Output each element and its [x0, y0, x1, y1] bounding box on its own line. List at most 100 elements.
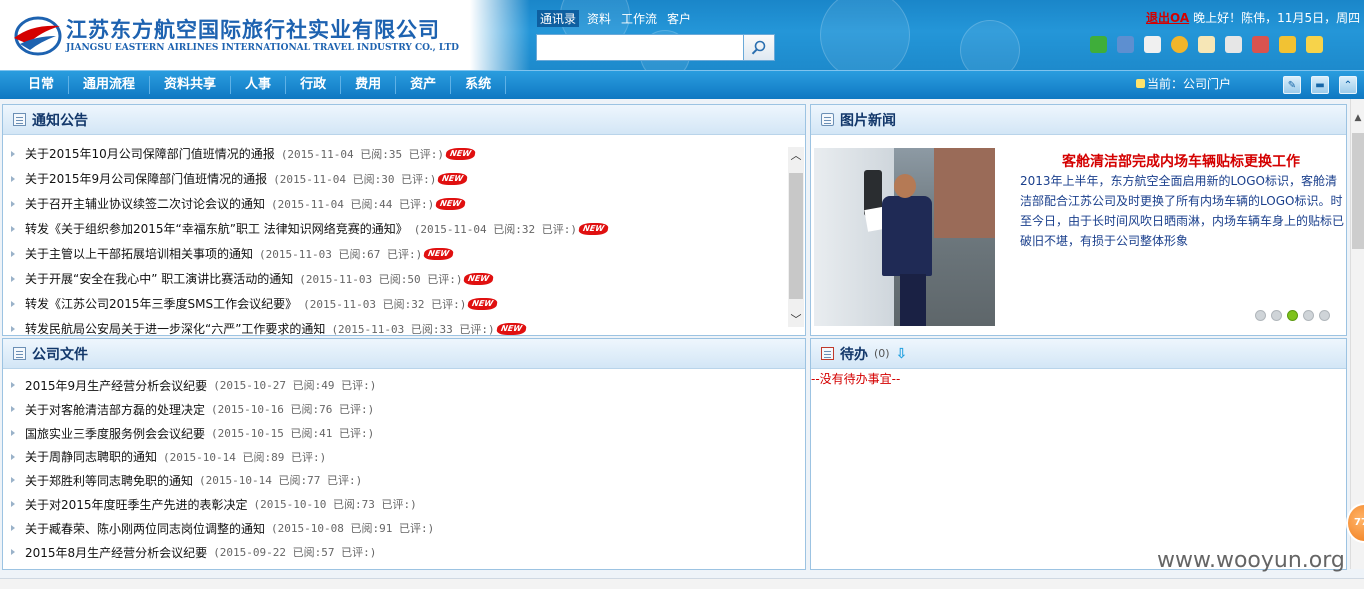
slide-dot[interactable] — [1255, 310, 1266, 321]
search-tab-workflow[interactable]: 工作流 — [619, 10, 659, 27]
news-photo[interactable] — [814, 148, 995, 326]
search-tab-docs[interactable]: 资料 — [585, 10, 613, 27]
slide-dot-active[interactable] — [1287, 310, 1298, 321]
document-title[interactable]: 国旅实业三季度服务例会会议纪要 — [25, 425, 205, 442]
list-item[interactable]: 关于对2015年度旺季生产先进的表彰决定 (2015-10-10 已阅:73 已评… — [11, 492, 434, 516]
list-item[interactable]: 关于2015年9月公司保障部门值班情况的通报 (2015-11-04 已阅:30 … — [11, 166, 608, 191]
notice-title[interactable]: 关于2015年9月公司保障部门值班情况的通报 — [25, 170, 267, 187]
list-item[interactable]: 国旅实业三季度服务例会会议纪要 (2015-10-15 已阅:41 已评:) — [11, 421, 434, 445]
news-headline[interactable]: 客舱清洁部完成内场车辆贴标更换工作 — [1011, 151, 1351, 171]
bg-bubble — [960, 20, 1020, 70]
floating-badge[interactable]: 77 — [1346, 503, 1364, 543]
page-scroll-thumb[interactable] — [1352, 133, 1364, 249]
new-badge-icon: NEW — [463, 272, 495, 285]
nav-item-expenses[interactable]: 费用 — [341, 76, 397, 94]
list-item[interactable]: 关于臧春荣、陈小刚两位同志岗位调整的通知 (2015-10-08 已阅:91 已评… — [11, 516, 434, 540]
browser-status-bar — [0, 578, 1364, 589]
home-icon[interactable] — [1090, 36, 1107, 53]
nav-item-assets[interactable]: 资产 — [396, 76, 452, 94]
bullet-arrow-icon — [11, 175, 15, 182]
document-title[interactable]: 关于郑胜利等同志聘免职的通知 — [25, 472, 193, 489]
list-item[interactable]: 转发《江苏公司2015年三季度SMS工作会议纪要》 (2015-11-03 已阅:… — [11, 291, 608, 316]
watermark: www.wooyun.org — [1157, 548, 1345, 573]
notice-title[interactable]: 转发民航局公安局关于进一步深化“六严”工作要求的通知 — [25, 320, 325, 337]
home-location-icon — [1136, 79, 1145, 88]
bullet-arrow-icon — [11, 225, 15, 232]
greeting-text: 晚上好！陈伟，11月5日，周四 — [1193, 11, 1361, 25]
notice-title[interactable]: 关于召开主辅业协议续签二次讨论会议的通知 — [25, 195, 265, 212]
exit-icon[interactable] — [1306, 36, 1323, 53]
scroll-up-icon[interactable]: ︿ — [788, 147, 804, 163]
page-scroll-up-icon[interactable]: ▲ — [1351, 113, 1364, 123]
nav-item-daily[interactable]: 日常 — [14, 76, 70, 94]
notice-meta: (2015-11-03 已阅:33 已评:) — [331, 322, 495, 336]
document-title[interactable]: 关于对2015年度旺季生产先进的表彰决定 — [25, 496, 248, 513]
notice-title[interactable]: 转发《江苏公司2015年三季度SMS工作会议纪要》 — [25, 295, 297, 312]
collapse-icon[interactable]: ⌃ — [1339, 76, 1357, 94]
list-item[interactable]: 转发《关于组织参加2015年“幸福东航”职工 法律知识网络竞赛的通知》 (2015… — [11, 216, 610, 241]
search-input[interactable] — [536, 34, 744, 61]
search-button[interactable] — [743, 34, 775, 61]
new-badge-icon: NEW — [577, 222, 610, 235]
company-name: 江苏东方航空国际旅行社实业有限公司 — [66, 17, 440, 42]
notes-icon[interactable] — [1279, 36, 1296, 53]
mail-icon[interactable] — [1198, 36, 1215, 53]
shirt-icon[interactable] — [1144, 36, 1161, 53]
notices-list: 关于2015年10月公司保障部门值班情况的通报 (2015-11-04 已阅:35… — [11, 141, 610, 341]
contacts-icon[interactable] — [1252, 36, 1269, 53]
document-title[interactable]: 关于周静同志聘职的通知 — [25, 448, 157, 465]
search-tabs: 通讯录 资料 工作流 客户 — [537, 10, 693, 27]
photo-news-title: 图片新闻 — [840, 112, 896, 129]
minimize-icon[interactable]: ▬ — [1311, 76, 1329, 94]
scroll-down-icon[interactable]: ﹀ — [788, 311, 804, 327]
notice-title[interactable]: 关于主管以上干部拓展培训相关事项的通知 — [25, 245, 253, 262]
document-meta: (2015-10-27 已阅:49 已评:) — [213, 379, 377, 392]
list-item[interactable]: 2015年8月生产经营分析会议纪要 (2015-09-22 已阅:57 已评:) — [11, 540, 434, 564]
notice-title[interactable]: 关于开展“安全在我心中” 职工演讲比赛活动的通知 — [25, 270, 293, 287]
nav-item-system[interactable]: 系统 — [451, 76, 507, 94]
search-icon — [751, 40, 766, 54]
list-item[interactable]: 关于2015年10月公司保障部门值班情况的通报 (2015-11-04 已阅:35… — [11, 141, 608, 166]
notices-scrollbar[interactable]: ︿ ﹀ — [788, 147, 804, 327]
document-title[interactable]: 关于对客舱清洁部方磊的处理决定 — [25, 401, 205, 418]
nav-item-shared-docs[interactable]: 资料共享 — [150, 76, 232, 94]
refresh-down-arrow-icon[interactable]: ⇩ — [896, 346, 908, 362]
report-icon[interactable] — [1117, 36, 1134, 53]
list-item[interactable]: 关于对客舱清洁部方磊的处理决定 (2015-10-16 已阅:76 已评:) — [11, 397, 434, 421]
document-title[interactable]: 关于臧春荣、陈小刚两位同志岗位调整的通知 — [25, 520, 265, 537]
list-item[interactable]: 关于召开主辅业协议续签二次讨论会议的通知 (2015-11-04 已阅:44 已评… — [11, 191, 608, 216]
scroll-thumb[interactable] — [789, 173, 803, 299]
calendar-icon[interactable] — [1225, 36, 1242, 53]
list-item[interactable]: 关于周静同志聘职的通知 (2015-10-14 已阅:89 已评:) — [11, 445, 434, 468]
list-item[interactable]: 关于主管以上干部拓展培训相关事项的通知 (2015-11-03 已阅:67 已评:… — [11, 241, 608, 266]
document-meta: (2015-09-22 已阅:57 已评:) — [213, 546, 377, 559]
notice-title[interactable]: 关于2015年10月公司保障部门值班情况的通报 — [25, 145, 275, 162]
document-title[interactable]: 2015年8月生产经营分析会议纪要 — [25, 544, 207, 561]
gear-icon[interactable] — [1171, 36, 1188, 53]
new-badge-icon: NEW — [423, 247, 455, 260]
slide-dot[interactable] — [1319, 310, 1330, 321]
edit-layout-icon[interactable]: ✎ — [1283, 76, 1301, 94]
nav-item-general-flow[interactable]: 通用流程 — [69, 76, 151, 94]
list-item[interactable]: 关于开展“安全在我心中” 职工演讲比赛活动的通知 (2015-11-03 已阅:5… — [11, 266, 608, 291]
notice-title[interactable]: 转发《关于组织参加2015年“幸福东航”职工 法律知识网络竞赛的通知》 — [25, 220, 408, 237]
airline-logo-icon — [14, 16, 62, 56]
nav-item-admin[interactable]: 行政 — [286, 76, 342, 94]
search-tab-customer[interactable]: 客户 — [665, 10, 693, 27]
document-meta: (2015-10-08 已阅:91 已评:) — [271, 522, 435, 535]
slide-dot[interactable] — [1271, 310, 1282, 321]
document-title[interactable]: 2015年9月生产经营分析会议纪要 — [25, 377, 207, 394]
new-badge-icon: NEW — [435, 197, 467, 210]
search-tab-contacts[interactable]: 通讯录 — [537, 10, 580, 27]
nav-item-hr[interactable]: 人事 — [231, 76, 287, 94]
bg-bubble — [820, 0, 910, 70]
slide-dot[interactable] — [1303, 310, 1314, 321]
exit-oa-link[interactable]: 退出OA — [1146, 9, 1189, 26]
bullet-arrow-icon — [11, 300, 15, 307]
notice-list-icon — [13, 113, 26, 126]
list-item[interactable]: 关于郑胜利等同志聘免职的通知 (2015-10-14 已阅:77 已评:) — [11, 468, 434, 492]
notices-header: 通知公告 — [3, 105, 805, 135]
list-item[interactable]: 2015年9月生产经营分析会议纪要 (2015-10-27 已阅:49 已评:) — [11, 373, 434, 397]
toolbar-icons — [1090, 36, 1323, 53]
page-scrollbar[interactable]: ▲ — [1350, 99, 1364, 569]
